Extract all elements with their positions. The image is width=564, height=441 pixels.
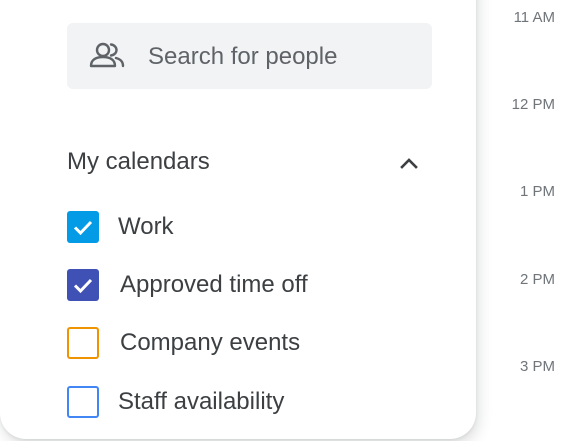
side-panel: Search for people My calendars Work Appr…: [0, 0, 476, 439]
approved-time-off-checkbox[interactable]: [67, 269, 99, 301]
check-icon: [73, 220, 93, 236]
company-events-label: Company events: [120, 329, 301, 356]
approved-time-off-label: Approved time off: [120, 271, 308, 298]
chevron-up-icon[interactable]: [394, 148, 424, 178]
time-label-2pm: 2 PM: [519, 271, 555, 288]
calendar-view: Search for people My calendars Work Appr…: [0, 0, 564, 441]
search-people-input[interactable]: Search for people: [67, 23, 432, 89]
calendar-item-approved-time-off[interactable]: Approved time off: [67, 267, 397, 303]
time-label-3pm: 3 PM: [519, 358, 555, 375]
time-label-12pm: 12 PM: [511, 96, 555, 113]
staff-availability-label: Staff availability: [118, 388, 285, 415]
time-label-1pm: 1 PM: [519, 183, 555, 200]
calendar-item-company-events[interactable]: Company events: [67, 325, 397, 361]
work-label: Work: [118, 213, 174, 240]
people-icon: [89, 42, 125, 68]
time-label-11am: 11 AM: [513, 9, 555, 26]
search-placeholder: Search for people: [148, 43, 338, 70]
check-icon: [73, 278, 93, 294]
staff-availability-checkbox[interactable]: [67, 386, 99, 418]
calendar-item-staff-availability[interactable]: Staff availability: [67, 384, 397, 420]
company-events-checkbox[interactable]: [67, 327, 99, 359]
work-checkbox[interactable]: [67, 211, 99, 243]
calendar-item-work[interactable]: Work: [67, 209, 397, 245]
my-calendars-title: My calendars: [67, 148, 210, 175]
